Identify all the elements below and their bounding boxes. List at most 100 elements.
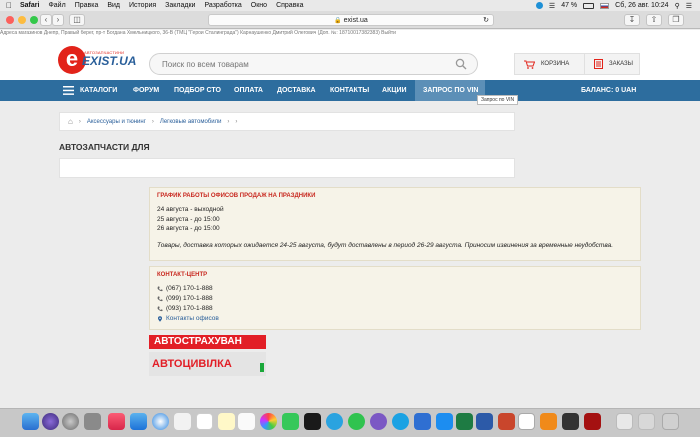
nav-contacts[interactable]: КОНТАКТЫ xyxy=(330,80,369,101)
macos-menubar:  Safari Файл Правка Вид История Закладк… xyxy=(0,0,700,11)
preview-icon[interactable] xyxy=(518,413,535,430)
facetime-icon[interactable] xyxy=(282,413,299,430)
whatsapp-icon[interactable] xyxy=(348,413,365,430)
menu-app-safari[interactable]: Safari xyxy=(20,2,39,9)
menubar-clock[interactable]: Сб, 26 авг. 10:24 xyxy=(615,2,668,9)
insurance-banner[interactable]: АВТОСТРАХУВАН АВТОЦИВІЛКА xyxy=(149,331,266,376)
content-placeholder xyxy=(59,158,515,178)
reload-icon[interactable]: ↻ xyxy=(483,15,489,26)
launchpad-icon[interactable] xyxy=(62,413,79,430)
keyboard-flag-icon[interactable] xyxy=(600,2,610,9)
wifi-icon[interactable]: ☰ xyxy=(549,2,555,10)
notes-icon[interactable] xyxy=(218,413,235,430)
cart-icon xyxy=(524,60,535,69)
holiday-line: 25 августа - до 15:00 xyxy=(157,215,220,223)
back-button[interactable]: ‹ xyxy=(40,14,52,26)
breadcrumb-item-cars[interactable]: Легковые автомобили xyxy=(160,119,222,125)
holiday-notice-heading: ГРАФИК РАБОТЫ ОФИСОВ ПРОДАЖ НА ПРАЗДНИКИ xyxy=(157,193,316,199)
search-input[interactable] xyxy=(162,57,452,71)
reminders-icon[interactable] xyxy=(238,413,255,430)
trash-icon[interactable] xyxy=(662,413,679,430)
word-icon[interactable] xyxy=(476,413,493,430)
calendar-icon[interactable] xyxy=(196,413,213,430)
battery-icon[interactable] xyxy=(583,2,595,9)
excel-icon[interactable] xyxy=(456,413,473,430)
holiday-line: 26 августа - до 15:00 xyxy=(157,225,220,232)
skype-status-icon[interactable] xyxy=(535,2,543,9)
offices-contacts-link[interactable]: Контакты офисов xyxy=(166,314,219,324)
home-icon[interactable]: ⌂ xyxy=(68,117,73,126)
site-logo[interactable]: e АВТОЗАПЧАСТИНИ EXIST.UA xyxy=(58,46,136,74)
contact-center-heading: КОНТАКТ-ЦЕНТР xyxy=(157,272,208,278)
spotlight-icon[interactable]: ⚲ xyxy=(675,2,680,10)
photos-icon[interactable] xyxy=(260,413,277,430)
window-zoom-button[interactable] xyxy=(30,16,38,24)
phone-icon xyxy=(157,306,163,312)
hamburger-icon[interactable] xyxy=(63,86,74,95)
chevron-left-icon: ‹ xyxy=(44,15,48,24)
nav-payment[interactable]: ОПЛАТА xyxy=(234,80,263,101)
nav-catalogs[interactable]: КАТАЛОГИ xyxy=(80,80,117,101)
map-pin-icon xyxy=(158,316,162,322)
menu-file[interactable]: Файл xyxy=(48,2,65,9)
menu-view[interactable]: Вид xyxy=(107,2,120,9)
window-minimize-button[interactable] xyxy=(18,16,26,24)
vlc-icon[interactable] xyxy=(540,413,557,430)
safari-icon[interactable] xyxy=(152,413,169,430)
apple-icon[interactable]:  xyxy=(6,1,12,10)
nav-forum[interactable]: ФОРУМ xyxy=(133,80,159,101)
phone-number[interactable]: (093) 170-1-888 xyxy=(166,304,213,314)
address-bar[interactable]: 🔒 exist.ua ↻ xyxy=(208,14,494,26)
app-store-icon[interactable] xyxy=(436,413,453,430)
screenshot-icon[interactable] xyxy=(562,413,579,430)
forward-button[interactable]: › xyxy=(52,14,64,26)
menu-window[interactable]: Окно xyxy=(251,2,267,9)
documents-stack-icon[interactable] xyxy=(638,413,655,430)
contacts-icon[interactable] xyxy=(174,413,191,430)
holiday-note: Товары, доставка которых ожидается 24-25… xyxy=(157,241,614,249)
window-close-button[interactable] xyxy=(6,16,14,24)
skype-icon[interactable] xyxy=(392,413,409,430)
balance-display[interactable]: БАЛАНС: 0 UAH xyxy=(581,80,636,101)
contact-center: КОНТАКТ-ЦЕНТР (067) 170-1-888 (099) 170-… xyxy=(149,266,641,330)
phone-number[interactable]: (067) 170-1-888 xyxy=(166,284,213,294)
powerpoint-icon[interactable] xyxy=(498,413,515,430)
share-button[interactable]: ⇧ xyxy=(646,14,662,26)
tabs-overview-button[interactable]: ❐ xyxy=(668,14,684,26)
download-icon: ↧ xyxy=(628,15,636,24)
acrobat-icon[interactable] xyxy=(584,413,601,430)
logo-title: EXIST.UA xyxy=(82,54,137,68)
siri-icon[interactable] xyxy=(42,413,59,430)
menu-history[interactable]: История xyxy=(129,2,156,9)
downloads-stack-icon[interactable] xyxy=(616,413,633,430)
menu-bookmarks[interactable]: Закладки xyxy=(165,2,195,9)
orders-button[interactable]: ЗАКАЗЫ xyxy=(584,53,640,75)
finder-icon[interactable] xyxy=(22,413,39,430)
xcode-icon[interactable] xyxy=(414,413,431,430)
phone-row: (067) 170-1-888 xyxy=(157,284,633,294)
viber-icon[interactable] xyxy=(370,413,387,430)
menu-edit[interactable]: Правка xyxy=(75,2,99,9)
nav-sto[interactable]: ПОДБОР СТО xyxy=(174,80,221,101)
offices-row: Контакты офисов xyxy=(157,314,633,324)
holiday-notice: ГРАФИК РАБОТЫ ОФИСОВ ПРОДАЖ НА ПРАЗДНИКИ… xyxy=(149,187,641,261)
battery-percent[interactable]: 47 % xyxy=(561,2,577,9)
sidebar-button[interactable]: ◫ xyxy=(69,14,85,26)
notification-center-icon[interactable]: ☰ xyxy=(686,2,692,10)
downloads-button[interactable]: ↧ xyxy=(624,14,640,26)
menu-develop[interactable]: Разработка xyxy=(204,2,241,9)
nav-delivery[interactable]: ДОСТАВКА xyxy=(277,80,316,101)
terminal-icon[interactable] xyxy=(304,413,321,430)
breadcrumb-separator: › xyxy=(151,118,154,125)
search-icon[interactable] xyxy=(455,58,467,70)
system-preferences-icon[interactable] xyxy=(84,413,101,430)
menu-help[interactable]: Справка xyxy=(276,2,303,9)
breadcrumb-item-accessories[interactable]: Аксессуары и тюнинг xyxy=(87,119,146,125)
holiday-line: 24 августа - выходной xyxy=(157,206,224,213)
phone-number[interactable]: (099) 170-1-888 xyxy=(166,294,213,304)
nav-vin-request[interactable]: ЗАПРОС ПО VIN xyxy=(415,80,485,101)
telegram-icon[interactable] xyxy=(326,413,343,430)
music-icon[interactable] xyxy=(108,413,125,430)
nav-promotions[interactable]: АКЦИИ xyxy=(382,80,407,101)
mail-icon[interactable] xyxy=(130,413,147,430)
